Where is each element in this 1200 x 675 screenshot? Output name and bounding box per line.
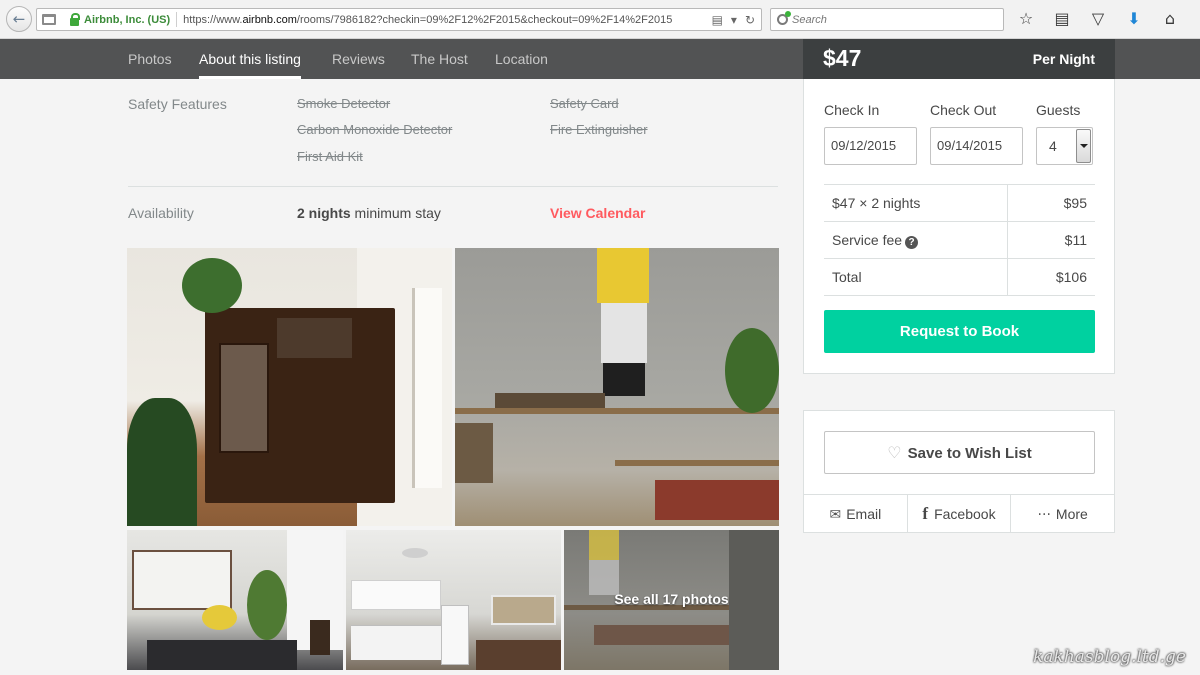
feature-first-aid-kit: First Aid Kit <box>297 149 363 164</box>
price-breakdown: $47 × 2 nights $95 Service fee? $11 Tota… <box>824 184 1095 296</box>
booking-form: Check In Check Out Guests 09/12/2015 09/… <box>803 79 1115 374</box>
back-icon[interactable]: ← <box>6 6 32 32</box>
page-icon <box>42 14 56 25</box>
nightly-price: $47 <box>823 45 862 71</box>
download-icon[interactable]: ⬇ <box>1123 9 1145 28</box>
listing-photo-cabinet[interactable] <box>127 248 452 526</box>
request-to-book-button[interactable]: Request to Book <box>824 310 1095 353</box>
chevron-down-icon[interactable] <box>1076 129 1091 163</box>
guests-label: Guests <box>1036 102 1081 118</box>
minimum-stay-text: 2 nights minimum stay <box>297 205 441 221</box>
price-header: $47 Per Night <box>803 39 1115 79</box>
per-night-label: Per Night <box>1032 51 1095 67</box>
site-identity[interactable]: Airbnb, Inc. (US) <box>84 14 170 26</box>
listing-photo-kitchen[interactable] <box>346 530 561 670</box>
reader-view-icon[interactable]: ▤ <box>712 13 723 27</box>
price-row-service-fee: Service fee? $11 <box>824 222 1095 259</box>
tab-reviews[interactable]: Reviews <box>332 39 385 79</box>
facebook-share-button[interactable]: f Facebook <box>908 495 1012 533</box>
envelope-icon: ✉ <box>829 507 842 523</box>
search-icon <box>777 11 791 25</box>
service-fee-label: Service fee <box>832 232 903 248</box>
tab-about-this-listing[interactable]: About this listing <box>199 39 301 79</box>
address-bar[interactable]: Airbnb, Inc. (US) https://www.airbnb.com… <box>36 8 762 31</box>
facebook-icon: f <box>922 504 929 523</box>
dropdown-icon[interactable]: ▾ <box>731 13 737 27</box>
home-icon[interactable]: ⌂ <box>1159 9 1181 28</box>
check-in-field[interactable]: 09/12/2015 <box>824 127 917 165</box>
availability-label: Availability <box>128 205 194 221</box>
service-fee-value: $11 <box>1064 232 1087 248</box>
check-out-field[interactable]: 09/14/2015 <box>930 127 1023 165</box>
see-all-photos-label[interactable]: See all 17 photos <box>564 591 779 607</box>
divider <box>176 12 178 27</box>
share-card: ♡ Save to Wish List ✉ Email f Facebook ··· M… <box>803 410 1115 533</box>
safety-features-label: Safety Features <box>128 96 227 112</box>
heart-icon: ♡ <box>887 443 902 462</box>
price-row-total: Total $106 <box>824 259 1095 296</box>
reload-icon[interactable]: ↻ <box>745 13 755 27</box>
save-to-wish-list-button[interactable]: ♡ Save to Wish List <box>824 431 1095 474</box>
feature-fire-extinguisher: Fire Extinguisher <box>550 122 648 137</box>
help-icon[interactable]: ? <box>905 236 919 249</box>
nights-cost-label: $47 × 2 nights <box>832 195 921 211</box>
check-out-label: Check Out <box>930 102 997 118</box>
total-label: Total <box>832 269 862 285</box>
see-all-photos-tile[interactable]: See all 17 photos <box>564 530 779 670</box>
tab-the-host[interactable]: The Host <box>411 39 468 79</box>
lock-icon[interactable] <box>70 12 80 26</box>
email-share-button[interactable]: ✉ Email <box>804 495 908 533</box>
guests-value: 4 <box>1049 138 1057 154</box>
feature-smoke-detector: Smoke Detector <box>297 96 391 111</box>
check-in-label: Check In <box>824 102 880 118</box>
star-icon[interactable]: ☆ <box>1015 9 1037 28</box>
feature-carbon-monoxide-detector: Carbon Monoxide Detector <box>297 122 453 137</box>
listing-photo-dining[interactable] <box>127 530 343 670</box>
pocket-icon[interactable]: ▽ <box>1087 9 1109 28</box>
guests-select[interactable]: 4 <box>1036 127 1093 165</box>
feature-safety-card: Safety Card <box>550 96 619 111</box>
tab-location[interactable]: Location <box>495 39 548 79</box>
nights-cost-value: $95 <box>1063 195 1087 211</box>
view-calendar-link[interactable]: View Calendar <box>550 205 645 221</box>
price-row-nights: $47 × 2 nights $95 <box>824 185 1095 222</box>
divider <box>128 186 778 187</box>
tab-photos[interactable]: Photos <box>128 39 172 79</box>
ellipsis-icon: ··· <box>1037 507 1051 523</box>
browser-search-input[interactable]: Search <box>770 8 1004 31</box>
url-text[interactable]: https://www.airbnb.com/rooms/7986182?che… <box>183 14 703 26</box>
clipboard-icon[interactable]: ▤ <box>1051 9 1073 28</box>
watermark: kakhasblog.ltd.ge <box>1033 647 1186 667</box>
more-share-button[interactable]: ··· More <box>1011 495 1114 533</box>
browser-toolbar: ← Airbnb, Inc. (US) https://www.airbnb.c… <box>0 0 1200 39</box>
search-placeholder: Search <box>792 13 827 26</box>
listing-photo-living-room[interactable] <box>455 248 779 526</box>
total-value: $106 <box>1055 269 1087 285</box>
